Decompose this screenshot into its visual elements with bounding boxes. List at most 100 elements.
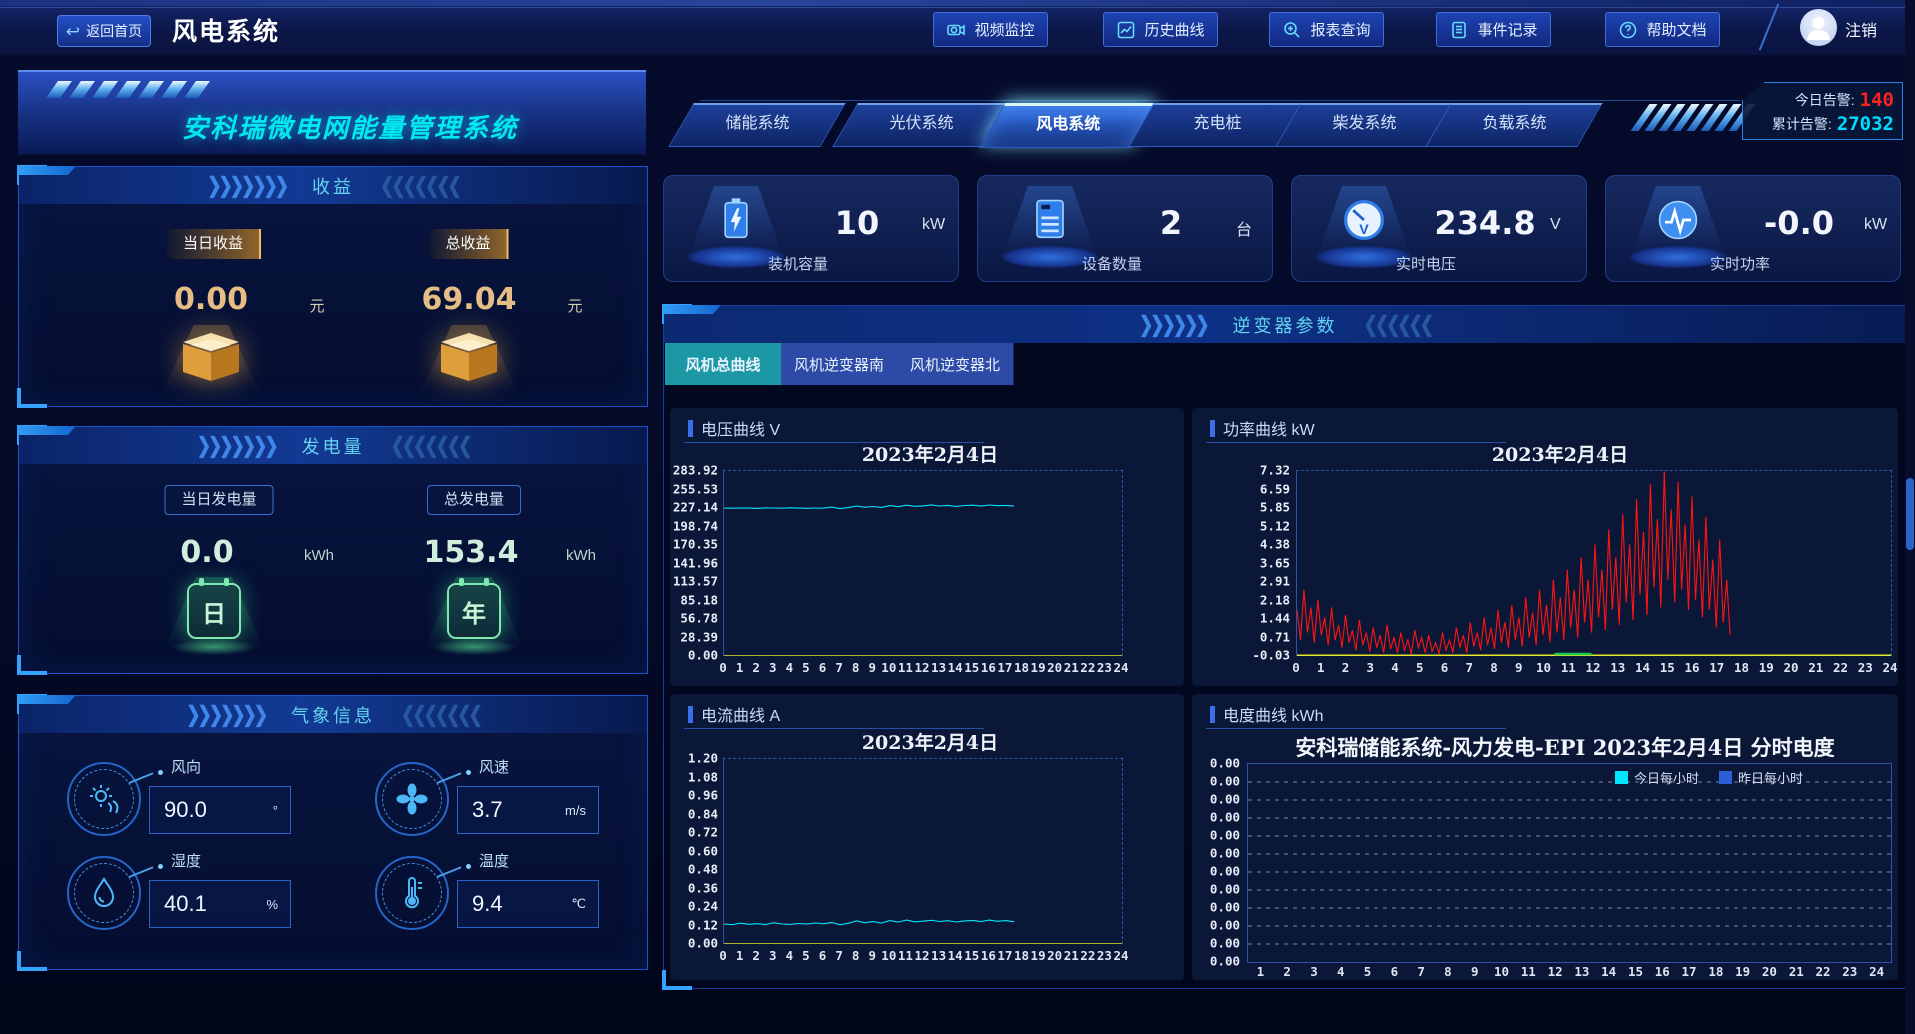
x-tick-label: 18 <box>1014 660 1029 675</box>
weather-cell-temperature: 温度 9.4 ℃ <box>375 848 675 936</box>
y-tick-label: 227.14 <box>673 500 718 515</box>
x-tick-label: 4 <box>1391 660 1399 675</box>
tab-load-system[interactable]: 负载系统 <box>1425 103 1602 147</box>
humidity-label: 湿度 <box>171 850 201 871</box>
logout-button[interactable]: 注销 <box>1845 17 1877 41</box>
weather-cell-humidity: 湿度 40.1 % <box>67 848 367 936</box>
icon-connector <box>129 770 163 784</box>
y-tick-label: 255.53 <box>673 481 718 496</box>
scrollbar-thumb[interactable] <box>1906 478 1914 550</box>
stat-label: 设备数量 <box>1002 253 1222 274</box>
x-tick-label: 7 <box>1465 660 1473 675</box>
corner-accent <box>17 951 47 971</box>
help-doc-button[interactable]: 帮助文档 <box>1605 12 1720 47</box>
y-tick-label: 1.44 <box>1260 611 1290 626</box>
back-arrow-icon: ↩ <box>66 23 80 40</box>
inverter-panel-header: ❯❯❯❯❯❯ 逆变器参数 ❮❮❮❮❮❮ <box>664 306 1906 343</box>
y-tick-label: 4.38 <box>1260 537 1290 552</box>
curve-tab-north[interactable]: 风机逆变器北 <box>897 343 1014 385</box>
x-tick-label: 5 <box>1416 660 1424 675</box>
x-tick-label: 2 <box>752 660 760 675</box>
x-tick-label: 0 <box>719 660 727 675</box>
title-bar <box>1210 420 1215 437</box>
y-tick-label: 170.35 <box>673 537 718 552</box>
avatar[interactable] <box>1800 9 1837 46</box>
device-icon <box>1024 194 1076 246</box>
y-tick-label: 0.00 <box>1210 864 1240 879</box>
history-curve-label: 历史曲线 <box>1144 19 1204 40</box>
x-tick-label: 11 <box>1561 660 1576 675</box>
x-tick-label: 6 <box>819 948 827 963</box>
total-income-unit: 元 <box>567 295 582 316</box>
y-tick-label: 0.00 <box>1210 792 1240 807</box>
curve-tab-total[interactable]: 风机总曲线 <box>665 343 782 385</box>
x-tick-label: 1 <box>1317 660 1325 675</box>
question-icon <box>1618 20 1638 40</box>
chevrons-left-icon: ❮❮❮❮❮❮ <box>1364 312 1431 337</box>
x-tick-label: 18 <box>1734 660 1749 675</box>
voltage-plot <box>723 470 1123 656</box>
x-tick-label: 21 <box>1808 660 1823 675</box>
daily-calendar-icon: 日 <box>187 583 241 639</box>
video-monitor-button[interactable]: 视频监控 <box>933 12 1048 47</box>
tab-storage-system[interactable]: 储能系统 <box>668 103 845 147</box>
x-tick-label: 12 <box>1548 964 1563 979</box>
legend-item[interactable]: 昨日每小时 <box>1719 768 1803 787</box>
wind-direction-value: 90.0 <box>164 797 273 823</box>
legend-item[interactable]: 今日每小时 <box>1615 768 1699 787</box>
x-tick-label: 7 <box>1417 964 1425 979</box>
header-notch <box>18 426 76 435</box>
x-tick-label: 2 <box>1283 964 1291 979</box>
report-query-button[interactable]: 报表查询 <box>1269 12 1384 47</box>
power-chart-title: 功率曲线 kW <box>1223 416 1315 440</box>
history-curve-button[interactable]: 历史曲线 <box>1103 12 1218 47</box>
chart-date: 2023年2月4日 <box>862 440 998 467</box>
back-home-button[interactable]: ↩ 返回首页 <box>57 15 151 47</box>
daily-income-value: 0.00 <box>174 282 248 317</box>
x-tick-label: 14 <box>948 660 963 675</box>
x-tick-label: 20 <box>1783 660 1798 675</box>
x-tick-label: 1 <box>1257 964 1265 979</box>
curve-tab-south[interactable]: 风机逆变器南 <box>781 343 898 385</box>
stat-card-capacity: 10 kW 装机容量 <box>663 175 959 282</box>
x-tick-label: 17 <box>1682 964 1697 979</box>
energy-plot <box>1247 763 1892 963</box>
x-tick-label: 8 <box>1444 964 1452 979</box>
y-tick-label: 0.00 <box>1210 900 1240 915</box>
daily-generation-unit: kWh <box>304 547 334 564</box>
tab-diesel-system[interactable]: 柴发系统 <box>1275 103 1452 147</box>
corner-accent <box>17 655 47 675</box>
chevrons-left-icon: ❮❮❮❮❮❮❮ <box>380 173 459 198</box>
humidity-unit: % <box>266 897 278 912</box>
topbar-divider <box>1759 3 1780 50</box>
y-tick-label: 0.84 <box>688 806 718 821</box>
x-tick-label: 21 <box>1789 964 1804 979</box>
x-tick-label: 14 <box>1635 660 1650 675</box>
y-tick-label: 0.12 <box>688 917 718 932</box>
energy-chart-title: 电度曲线 kWh <box>1223 702 1323 726</box>
generation-panel-header: ❯❯❯❯❯❯❯ 发电量 ❮❮❮❮❮❮❮ <box>19 427 647 464</box>
hazard-stripes <box>1631 104 1756 131</box>
x-tick-label: 16 <box>981 660 996 675</box>
wind-speed-box: 3.7 m/s <box>457 786 599 834</box>
icon-glow <box>171 639 257 655</box>
stat-label: 装机容量 <box>688 253 908 274</box>
event-record-button[interactable]: 事件记录 <box>1436 12 1551 47</box>
x-tick-label: 2 <box>1342 660 1350 675</box>
chart-date: 2023年2月4日 <box>1492 440 1628 467</box>
x-tick-label: 22 <box>1833 660 1848 675</box>
chart-icon <box>1116 20 1136 40</box>
weather-cell-wind-direction: 风向 90.0 ° <box>67 754 367 842</box>
x-tick-label: 15 <box>964 660 979 675</box>
y-tick-label: 0.00 <box>1210 828 1240 843</box>
x-tick-label: 21 <box>1064 660 1079 675</box>
temperature-value: 9.4 <box>472 891 571 917</box>
y-tick-label: 0.00 <box>1210 846 1240 861</box>
x-tick-label: 5 <box>802 660 810 675</box>
x-tick-label: 0 <box>719 948 727 963</box>
y-tick-label: 0.24 <box>688 899 718 914</box>
chevrons-left-icon: ❮❮❮❮❮❮❮ <box>401 702 480 727</box>
x-tick-label: 19 <box>1031 660 1046 675</box>
energy-grid-svg <box>1248 764 1891 962</box>
daily-income-unit: 元 <box>309 295 324 316</box>
